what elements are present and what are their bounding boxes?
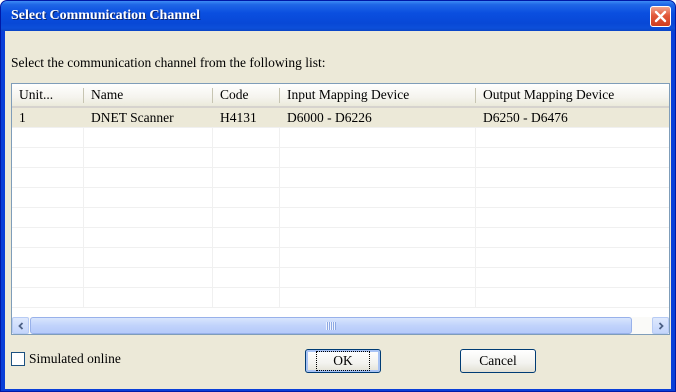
table-row[interactable] <box>12 188 669 208</box>
scroll-thumb[interactable] <box>30 317 632 334</box>
column-header-unit[interactable]: Unit... <box>12 84 83 106</box>
cell-input-mapping: D6000 - D6226 <box>287 110 372 125</box>
channel-list[interactable]: Unit... Name Code Input Mapping Device O… <box>11 83 670 335</box>
scroll-right-button[interactable] <box>652 317 669 334</box>
cell-name: DNET Scanner <box>91 110 174 125</box>
simulated-online-label[interactable]: Simulated online <box>29 351 121 367</box>
cell-unit: 1 <box>19 110 26 125</box>
title-bar[interactable]: Select Communication Channel <box>1 1 675 31</box>
cancel-button-label: Cancel <box>479 353 517 368</box>
table-row[interactable]: 1 DNET Scanner H4131 D6000 - D6226 D6250… <box>12 108 669 128</box>
table-row[interactable] <box>12 248 669 268</box>
table-row[interactable] <box>12 168 669 188</box>
simulated-online-option[interactable]: Simulated online <box>11 351 121 367</box>
table-row[interactable] <box>12 228 669 248</box>
table-row[interactable] <box>12 148 669 168</box>
grip-icon <box>326 322 336 330</box>
scroll-left-button[interactable] <box>12 317 29 334</box>
column-header-input-mapping[interactable]: Input Mapping Device <box>280 84 475 106</box>
simulated-online-checkbox[interactable] <box>11 352 25 366</box>
horizontal-scrollbar[interactable] <box>12 317 669 334</box>
list-header: Unit... Name Code Input Mapping Device O… <box>12 84 669 108</box>
table-row[interactable] <box>12 268 669 288</box>
column-header-output-mapping[interactable]: Output Mapping Device <box>476 84 669 106</box>
ok-button[interactable]: OK <box>305 349 381 373</box>
instruction-text: Select the communication channel from th… <box>11 55 326 70</box>
dialog-body: Select the communication channel from th… <box>5 31 671 389</box>
dialog-title: Select Communication Channel <box>11 8 200 23</box>
dialog-window: Select Communication Channel Select the … <box>0 0 676 392</box>
right-arrow-icon <box>658 321 664 330</box>
cell-output-mapping: D6250 - D6476 <box>483 110 568 125</box>
column-header-code[interactable]: Code <box>213 84 279 106</box>
ok-button-label: OK <box>316 351 370 371</box>
left-arrow-icon <box>17 321 23 330</box>
table-row[interactable] <box>12 288 669 308</box>
close-button[interactable] <box>650 6 671 27</box>
cell-code: H4131 <box>220 110 257 125</box>
table-row[interactable] <box>12 128 669 148</box>
cancel-button[interactable]: Cancel <box>460 349 536 373</box>
table-row[interactable] <box>12 208 669 228</box>
close-icon <box>654 10 667 23</box>
column-header-name[interactable]: Name <box>84 84 211 106</box>
